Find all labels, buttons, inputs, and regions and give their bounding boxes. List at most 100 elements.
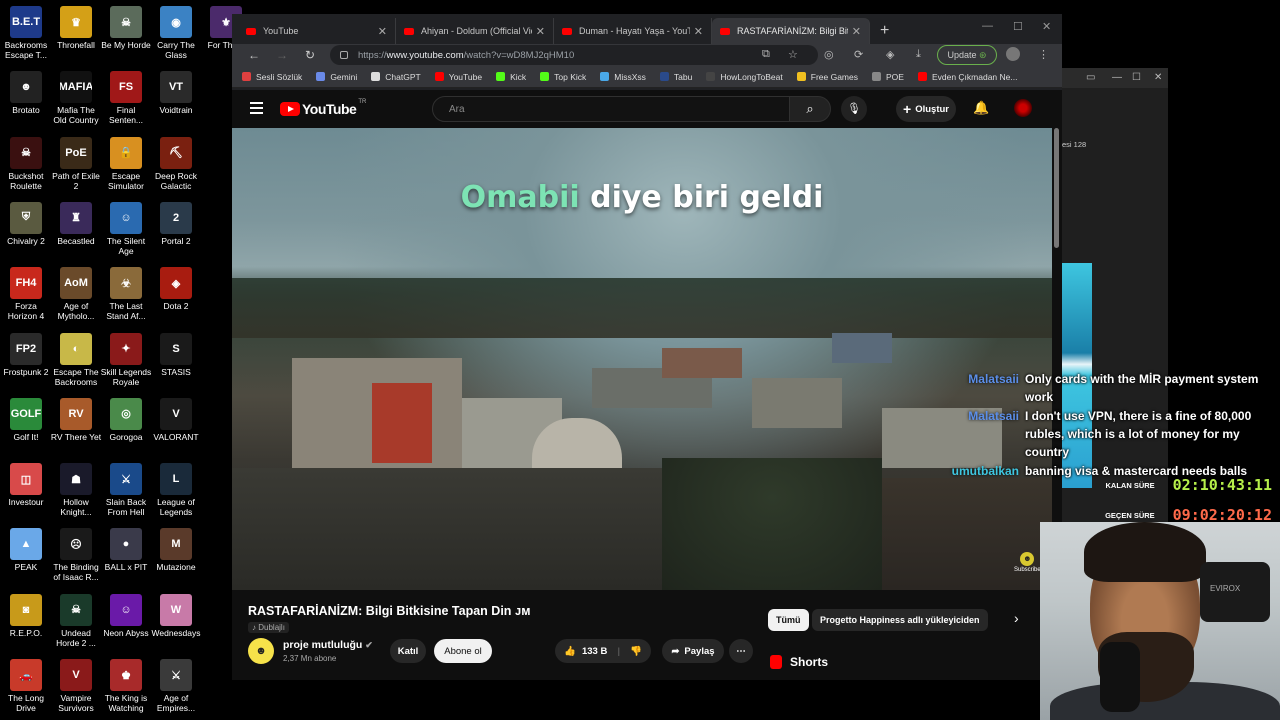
tab-duman[interactable]: Duman - Hayatı Yaşa - YouTube ✕: [554, 18, 712, 44]
tab-rastafarianizm[interactable]: RASTAFARİANİZM: Bilgi Bitkisine ✕: [712, 18, 870, 44]
bookmark-item[interactable]: HowLongToBeat: [706, 72, 783, 82]
install-app-icon[interactable]: ⧉: [762, 48, 770, 61]
desktop-shortcut[interactable]: AoM Age of Mytholo...: [50, 267, 102, 321]
bookmark-item[interactable]: POE: [872, 72, 904, 82]
desktop-shortcut[interactable]: ● BALL x PIT: [100, 528, 152, 572]
hamburger-menu-icon[interactable]: [250, 102, 263, 117]
maximize-icon[interactable]: ☐: [1132, 72, 1141, 83]
desktop-shortcut[interactable]: ☠ Undead Horde 2 ...: [50, 593, 102, 648]
bookmark-item[interactable]: Gemini: [316, 72, 357, 82]
desktop-shortcut[interactable]: ◈ Dota 2: [150, 267, 202, 311]
bookmark-item[interactable]: Evden Çıkmadan Ne...: [917, 72, 1017, 82]
chip-uploader[interactable]: Progetto Happiness adlı yükleyiciden: [812, 609, 988, 631]
video-player[interactable]: Omabii diye biri geldi ☻ Subscribe: [232, 128, 1052, 590]
desktop-shortcut[interactable]: 🚗 The Long Drive: [0, 659, 52, 713]
tab-ahiyan[interactable]: Ahiyan - Doldum (Official Video) ✕: [396, 18, 554, 44]
site-info-icon[interactable]: [340, 51, 348, 59]
join-button[interactable]: Katıl: [390, 639, 426, 663]
desktop-shortcut[interactable]: ☺ The Silent Age: [100, 201, 152, 256]
desktop-shortcut[interactable]: ☠ Buckshot Roulette: [0, 136, 52, 191]
desktop-shortcut[interactable]: ⛨ Chivalry 2: [0, 201, 52, 246]
desktop-shortcut[interactable]: ⚔ Age of Empires...: [150, 659, 202, 713]
desktop-shortcut[interactable]: ☠ Be My Horde: [100, 6, 152, 50]
download-icon[interactable]: ⤓: [916, 48, 921, 61]
desktop-shortcut[interactable]: ⚔ Slain Back From Hell: [100, 463, 152, 517]
microphone-icon[interactable]: 🎙: [841, 96, 867, 122]
youtube-logo[interactable]: YouTube TR: [280, 99, 366, 117]
chevron-right-icon[interactable]: ›: [1014, 610, 1019, 626]
desktop-shortcut[interactable]: L League of Legends: [150, 463, 202, 517]
desktop-shortcut[interactable]: ◙ R.E.P.O.: [0, 593, 52, 638]
new-tab-icon[interactable]: +: [880, 22, 889, 40]
desktop-shortcut[interactable]: 2 Portal 2: [150, 201, 202, 246]
desktop-shortcut[interactable]: ◎ Gorogoa: [100, 397, 152, 442]
maximize-icon[interactable]: ☐: [1013, 20, 1023, 33]
close-window-icon[interactable]: ✕: [1154, 72, 1162, 83]
desktop-shortcut[interactable]: ☗ Hollow Knight...: [50, 463, 102, 517]
desktop-shortcut[interactable]: RV RV There Yet: [50, 397, 102, 442]
desktop-shortcut[interactable]: MAFIA Mafia The Old Country: [50, 71, 102, 125]
desktop-shortcut[interactable]: ✦ Skill Legends Royale: [100, 332, 152, 387]
desktop-shortcut[interactable]: W Wednesdays: [150, 593, 202, 638]
extension-icon[interactable]: ◈: [886, 48, 894, 61]
desktop-shortcut[interactable]: ◫ Investour: [0, 463, 52, 507]
minimize-icon[interactable]: —: [1112, 72, 1122, 83]
desktop-shortcut[interactable]: M Mutazione: [150, 528, 202, 572]
share-button[interactable]: ➦ Paylaş: [662, 639, 724, 663]
desktop-shortcut[interactable]: 🔒 Escape Simulator: [100, 136, 152, 191]
close-window-icon[interactable]: ✕: [1042, 20, 1051, 33]
channel-avatar[interactable]: ☻: [248, 638, 274, 664]
desktop-shortcut[interactable]: ☣ The Last Stand Af...: [100, 267, 152, 321]
minimize-icon[interactable]: ▭: [1086, 72, 1095, 83]
tab-close-icon[interactable]: ✕: [378, 25, 387, 38]
bookmark-item[interactable]: Tabu: [659, 72, 692, 82]
tab-youtube[interactable]: YouTube ✕: [238, 18, 396, 44]
bookmark-item[interactable]: MissXss: [600, 72, 646, 82]
back-arrow-icon[interactable]: ←: [240, 48, 268, 62]
search-icon[interactable]: ⌕: [789, 96, 831, 122]
desktop-shortcut[interactable]: ⛏ Deep Rock Galactic: [150, 136, 202, 191]
desktop-shortcut[interactable]: S STASIS: [150, 332, 202, 377]
desktop-shortcut[interactable]: ☹ The Binding of Isaac R...: [50, 528, 102, 582]
desktop-shortcut[interactable]: FH4 Forza Horizon 4: [0, 267, 52, 321]
bookmark-item[interactable]: Top Kick: [540, 72, 586, 82]
more-actions-icon[interactable]: ⋯: [729, 639, 753, 663]
profile-avatar[interactable]: [1006, 47, 1020, 61]
bookmark-item[interactable]: ChatGPT: [371, 72, 421, 82]
tab-close-icon[interactable]: ✕: [694, 25, 703, 38]
tab-close-icon[interactable]: ✕: [536, 25, 545, 38]
desktop-shortcut[interactable]: ☺ Neon Abyss: [100, 593, 152, 638]
desktop-shortcut[interactable]: B.E.T Backrooms Escape T...: [0, 6, 52, 60]
desktop-shortcut[interactable]: PoE Path of Exile 2: [50, 136, 102, 191]
subscribe-button[interactable]: Abone ol: [434, 639, 492, 663]
desktop-shortcut[interactable]: FS Final Senten...: [100, 71, 152, 125]
desktop-shortcut[interactable]: ♛ Thronefall: [50, 6, 102, 50]
bookmark-item[interactable]: YouTube: [434, 72, 482, 82]
bookmark-item[interactable]: Free Games: [796, 72, 858, 82]
desktop-shortcut[interactable]: ♜ Becastled: [50, 201, 102, 246]
bookmark-item[interactable]: Kick: [496, 72, 526, 82]
subscribe-watermark[interactable]: ☻ Subscribe: [1014, 552, 1041, 573]
desktop-shortcut[interactable]: ▲ PEAK: [0, 528, 52, 572]
like-dislike-button[interactable]: 👍 133 B | 👎: [555, 639, 651, 663]
desktop-shortcut[interactable]: V VALORANT: [150, 397, 202, 442]
extension-icon[interactable]: ◎: [824, 48, 834, 61]
minimize-icon[interactable]: —: [982, 20, 993, 32]
desktop-shortcut[interactable]: ♚ The King is Watching: [100, 659, 152, 713]
create-button[interactable]: + Oluştur: [896, 96, 956, 122]
channel-name[interactable]: proje mutluluğu ✔: [283, 639, 373, 651]
bookmark-item[interactable]: Sesli Sözlük: [242, 72, 302, 82]
search-input[interactable]: Ara: [432, 96, 790, 122]
desktop-shortcut[interactable]: GOLF Golf It!: [0, 397, 52, 442]
thumbs-down-icon[interactable]: 👎: [630, 646, 642, 657]
notification-bell-icon[interactable]: 🔔: [973, 100, 989, 116]
update-button[interactable]: Update ⊛: [937, 45, 997, 65]
desktop-shortcut[interactable]: VT Voidtrain: [150, 71, 202, 115]
desktop-shortcut[interactable]: ◐ Escape The Backrooms: [50, 332, 102, 387]
reload-icon[interactable]: ↻: [296, 48, 324, 62]
desktop-shortcut[interactable]: V Vampire Survivors: [50, 659, 102, 713]
extension-icon[interactable]: ⟳: [854, 48, 863, 61]
menu-dots-icon[interactable]: ⋮: [1038, 48, 1049, 61]
desktop-shortcut[interactable]: ◉ Carry The Glass: [150, 6, 202, 60]
bookmark-star-icon[interactable]: ☆: [788, 48, 798, 61]
